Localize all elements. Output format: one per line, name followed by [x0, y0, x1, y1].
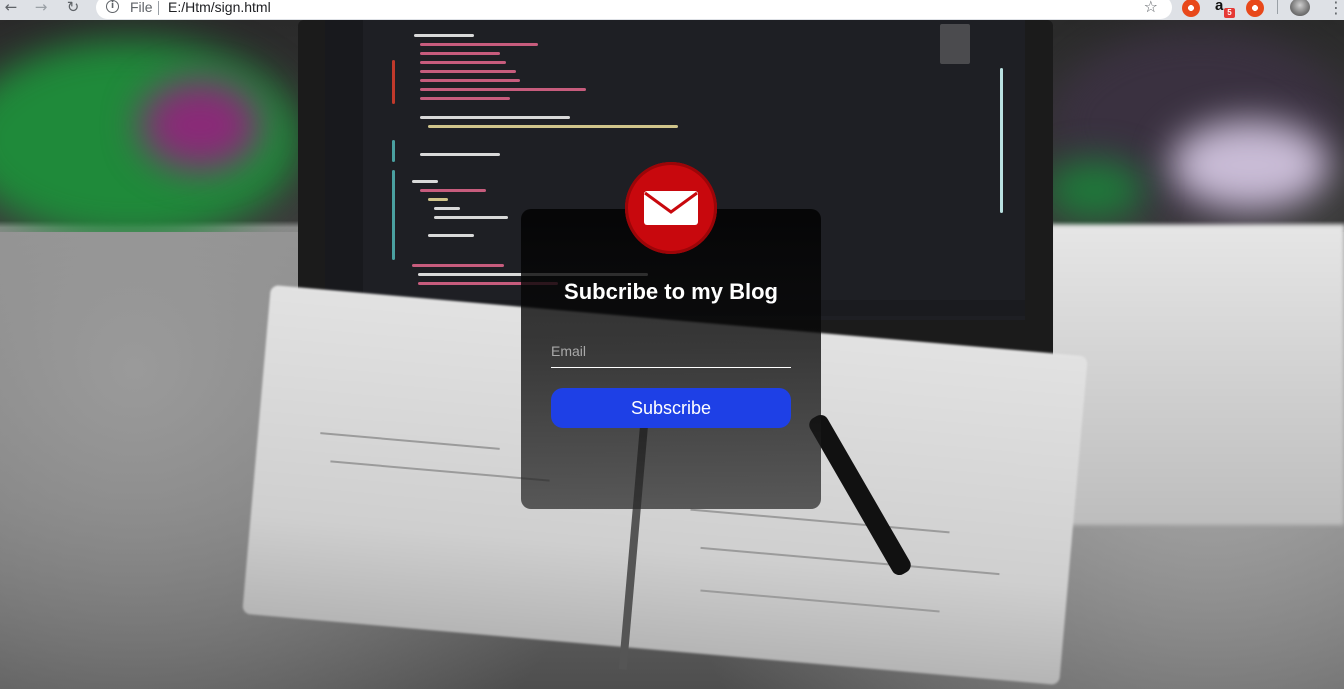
info-icon[interactable]: i	[106, 0, 119, 13]
url-text[interactable]: E:/Htm/sign.html	[168, 0, 271, 15]
subscribe-button[interactable]: Subscribe	[551, 388, 791, 428]
envelope-icon	[625, 162, 717, 254]
email-input[interactable]	[551, 334, 791, 368]
extension-badge: 5	[1224, 8, 1235, 18]
star-icon[interactable]: ☆	[1144, 0, 1158, 16]
back-arrow-icon[interactable]: ←	[2, 0, 20, 16]
amazon-icon-letter: a	[1215, 0, 1224, 14]
amazon-assistant-icon[interactable]: a 5	[1215, 0, 1235, 18]
form-title: Subcribe to my Blog	[564, 279, 778, 304]
profile-avatar[interactable]	[1290, 0, 1310, 16]
address-bar[interactable]: i File E:/Htm/sign.html ☆	[96, 0, 1172, 19]
infinity-extension-icon[interactable]	[1182, 0, 1200, 17]
forward-arrow-icon[interactable]: →	[32, 0, 50, 16]
reload-icon[interactable]: ↻	[64, 0, 82, 16]
kebab-menu-icon[interactable]: ⋮	[1328, 0, 1344, 17]
toolbar-divider	[1277, 0, 1278, 14]
url-divider	[158, 1, 159, 15]
browser-toolbar: ← → ↻ i File E:/Htm/sign.html ☆ a 5 ⋮	[0, 0, 1344, 20]
url-scheme-label: File	[130, 0, 153, 15]
infinity-extension-icon[interactable]	[1246, 0, 1264, 17]
